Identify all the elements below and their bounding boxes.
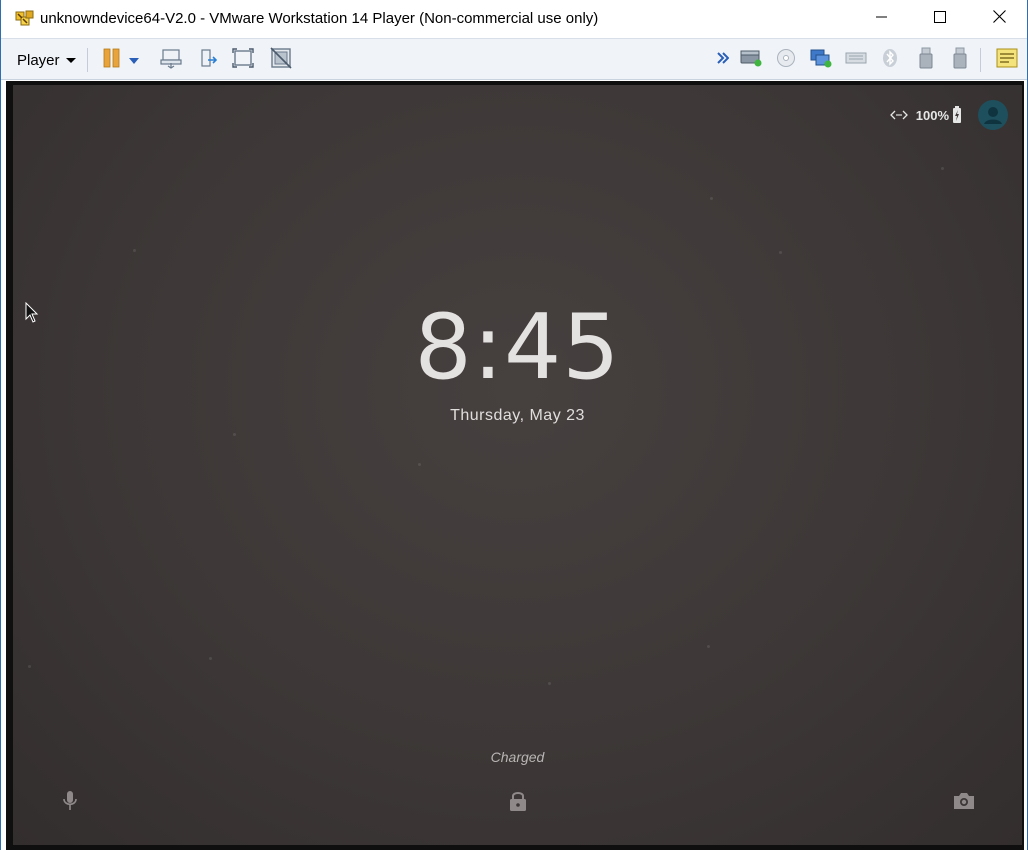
- message-log-icon: [996, 48, 1018, 73]
- removable-devices-button[interactable]: [195, 47, 221, 73]
- background-speck: [710, 197, 713, 200]
- toolbar-divider: [87, 48, 88, 72]
- more-devices-button[interactable]: [713, 47, 733, 73]
- message-log-button[interactable]: [994, 47, 1020, 73]
- mouse-cursor-icon: [25, 301, 39, 324]
- player-menu-button[interactable]: Player: [11, 47, 82, 73]
- background-speck: [941, 167, 944, 170]
- camera-icon: [953, 792, 975, 815]
- network-adapter-icon: [810, 48, 832, 73]
- vmware-player-icon[interactable]: [15, 9, 35, 29]
- bluetooth-button[interactable]: [877, 47, 903, 73]
- unlock-button[interactable]: [505, 790, 531, 816]
- window-title: unknowndevice64-V2.0 - VMware Workstatio…: [40, 10, 599, 27]
- minimize-icon: [876, 10, 888, 28]
- maximize-button[interactable]: [911, 0, 969, 38]
- background-speck: [28, 665, 31, 668]
- pause-button[interactable]: [99, 47, 125, 73]
- close-icon: [992, 10, 1006, 28]
- sound-card-button[interactable]: [843, 47, 869, 73]
- pause-icon: [102, 48, 122, 73]
- lock-icon: [509, 790, 527, 817]
- signal-icon: [889, 108, 910, 122]
- vmware-window: unknowndevice64-V2.0 - VMware Workstatio…: [0, 0, 1028, 850]
- vm-display-frame: 100% 8:45 Thursday, May 23 Charged: [6, 81, 1024, 850]
- camera-button[interactable]: [951, 790, 977, 816]
- player-toolbar: Player: [1, 38, 1027, 80]
- more-devices-icon: [717, 51, 730, 69]
- lockscreen-date: Thursday, May 23: [450, 407, 585, 424]
- background-speck: [548, 682, 551, 685]
- usb-device-button[interactable]: [913, 47, 939, 73]
- unity-icon: [270, 46, 292, 74]
- battery-charging-icon: [952, 106, 962, 124]
- sound-card-icon: [845, 50, 867, 71]
- lockscreen-clock: 8:45: [414, 295, 621, 400]
- user-avatar-icon[interactable]: [978, 100, 1008, 130]
- title-bar: unknowndevice64-V2.0 - VMware Workstatio…: [1, 0, 1027, 38]
- usb-device-icon: [919, 47, 933, 74]
- maximize-icon: [934, 10, 946, 28]
- background-speck: [707, 645, 710, 648]
- charging-status: Charged: [490, 749, 545, 765]
- unity-button[interactable]: [268, 46, 294, 74]
- background-speck: [209, 657, 212, 660]
- background-speck: [233, 433, 236, 436]
- voice-assist-button[interactable]: [57, 790, 83, 816]
- cd-dvd-icon: [776, 48, 796, 73]
- hard-disk-button[interactable]: [738, 47, 764, 73]
- pause-dropdown-button[interactable]: [125, 47, 143, 73]
- microphone-icon: [62, 790, 78, 817]
- fullscreen-button[interactable]: [230, 47, 256, 73]
- background-speck: [418, 463, 421, 466]
- network-adapter-button[interactable]: [808, 47, 834, 73]
- pause-dropdown-icon: [129, 51, 139, 69]
- minimize-button[interactable]: [853, 0, 911, 38]
- background-speck: [779, 251, 782, 254]
- player-menu-label: Player: [17, 51, 60, 69]
- toolbar-divider: [980, 48, 981, 72]
- send-ctrl-alt-del-button[interactable]: [158, 47, 184, 73]
- android-lockscreen[interactable]: 100% 8:45 Thursday, May 23 Charged: [13, 85, 1022, 845]
- close-button[interactable]: [970, 0, 1028, 38]
- cd-dvd-button[interactable]: [773, 47, 799, 73]
- chevron-down-icon: [65, 57, 76, 63]
- removable-devices-icon: [198, 48, 218, 73]
- background-speck: [133, 249, 136, 252]
- usb-device-icon: [953, 47, 967, 74]
- bluetooth-icon: [881, 48, 899, 73]
- usb-device-button[interactable]: [947, 47, 973, 73]
- hard-disk-icon: [740, 49, 762, 72]
- send-ctrl-alt-del-icon: [160, 47, 182, 74]
- battery-percent: 100%: [915, 107, 949, 123]
- status-bar: 100%: [889, 99, 1008, 131]
- fullscreen-icon: [232, 47, 254, 73]
